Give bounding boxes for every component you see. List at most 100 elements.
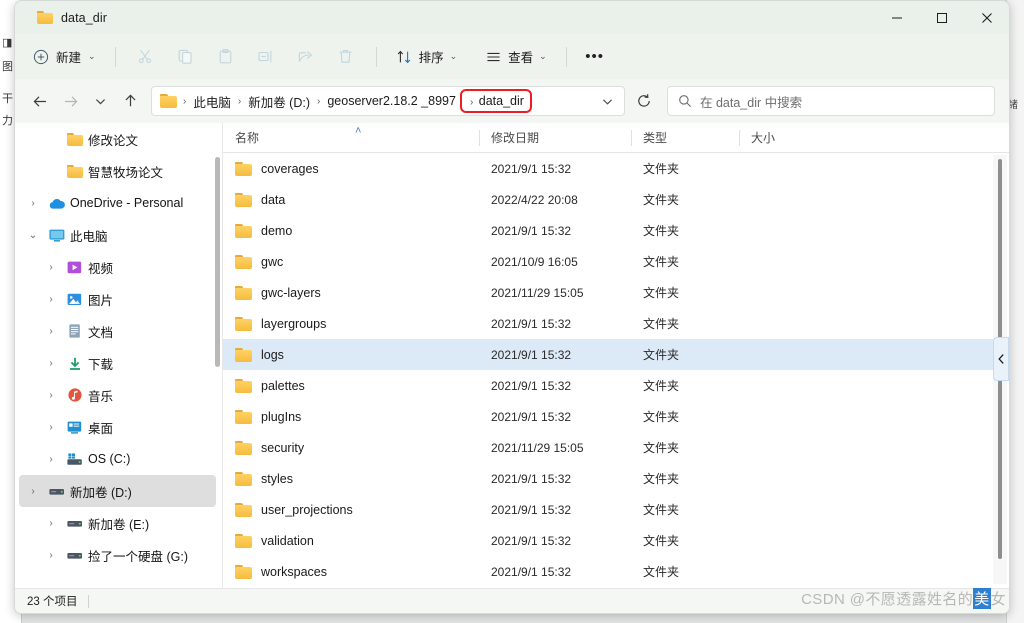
column-header-size[interactable]: 大小 — [739, 123, 847, 153]
chevron-right-icon[interactable]: › — [23, 481, 43, 501]
up-button[interactable] — [115, 86, 145, 116]
file-name: security — [261, 440, 305, 455]
folder-icon — [235, 192, 252, 207]
column-header-date[interactable]: 修改日期 — [479, 123, 631, 153]
breadcrumb-item-data-dir-highlighted[interactable]: › data_dir — [459, 89, 532, 113]
table-row[interactable]: demo 2021/9/1 15:32 文件夹 — [223, 215, 1009, 246]
back-button[interactable] — [25, 86, 55, 116]
table-row[interactable]: plugIns 2021/9/1 15:32 文件夹 — [223, 401, 1009, 432]
column-header-type[interactable]: 类型 — [631, 123, 739, 153]
breadcrumb-item-this-pc[interactable]: 此电脑 — [188, 90, 236, 113]
bg-strip-icon-right: 諸 — [1008, 100, 1018, 111]
share-button[interactable] — [287, 41, 325, 73]
table-row[interactable]: data 2022/4/22 20:08 文件夹 — [223, 184, 1009, 215]
file-type: 文件夹 — [643, 348, 680, 362]
maximize-icon[interactable] — [919, 1, 964, 34]
address-bar[interactable]: › 此电脑 › 新加卷 (D:) › geoserver2.18.2 _8997… — [151, 86, 625, 116]
details-pane-collapse-button[interactable] — [993, 337, 1009, 381]
recent-locations-button[interactable] — [85, 86, 115, 116]
folder-icon[interactable] — [160, 94, 177, 108]
sidebar-item-videos[interactable]: › 视频 — [15, 251, 222, 283]
copy-button[interactable] — [167, 41, 205, 73]
cut-button[interactable] — [127, 41, 165, 73]
sidebar-item-zhihuimuchanglunwen[interactable]: › 智慧牧场论文 — [15, 155, 222, 187]
watermark-prefix: CSDN @不愿透露姓名的 — [801, 591, 974, 608]
chevron-right-icon[interactable]: › — [41, 257, 61, 277]
chevron-right-icon[interactable]: › — [23, 193, 43, 213]
rename-button[interactable] — [247, 41, 285, 73]
address-dropdown-button[interactable] — [594, 88, 620, 114]
table-row[interactable]: layergroups 2021/9/1 15:32 文件夹 — [223, 308, 1009, 339]
file-name-cell: gwc — [223, 254, 479, 269]
table-row[interactable]: gwc-layers 2021/11/29 15:05 文件夹 — [223, 277, 1009, 308]
file-date: 2022/4/22 20:08 — [491, 192, 578, 207]
forward-button[interactable] — [55, 86, 85, 116]
sidebar-item-desktop[interactable]: › OS (C:) 桌面 — [15, 411, 222, 443]
sidebar-item-os-c[interactable]: › OS (C:) — [15, 443, 222, 475]
file-type: 文件夹 — [643, 410, 680, 424]
table-row[interactable]: validation 2021/9/1 15:32 文件夹 — [223, 525, 1009, 556]
download-icon — [65, 355, 84, 372]
sort-arrows-icon — [397, 50, 410, 63]
csdn-watermark: CSDN @不愿透露姓名的美女 — [801, 588, 1006, 609]
list-lines-icon — [487, 52, 500, 61]
sidebar-item-drive-d[interactable]: › 新加卷 (D:) — [19, 475, 216, 507]
sidebar-item-this-pc[interactable]: ⌄ 此电脑 — [15, 219, 222, 251]
chevron-down-icon: ⌄ — [449, 51, 458, 61]
sidebar-item-label: 文档 — [88, 325, 114, 340]
chevron-down-icon[interactable]: ⌄ — [23, 225, 43, 245]
column-header-type-label: 类型 — [643, 131, 668, 145]
search-placeholder: 在 data_dir 中搜索 — [700, 95, 803, 110]
chevron-right-icon[interactable]: › — [41, 353, 61, 373]
chevron-right-icon[interactable]: › — [41, 449, 61, 469]
address-bar-row: › 此电脑 › 新加卷 (D:) › geoserver2.18.2 _8997… — [15, 79, 1009, 123]
table-row[interactable]: gwc 2021/10/9 16:05 文件夹 — [223, 246, 1009, 277]
chevron-right-icon[interactable]: › — [41, 545, 61, 565]
trash-icon — [339, 50, 352, 63]
sort-button[interactable]: 排序 ⌄ — [388, 42, 466, 72]
breadcrumb-separator: › — [237, 95, 242, 107]
sidebar-item-downloads[interactable]: › 下载 — [15, 347, 222, 379]
refresh-button[interactable] — [631, 88, 657, 114]
chevron-right-icon[interactable]: › — [41, 513, 61, 533]
minimize-icon[interactable] — [874, 1, 919, 34]
breadcrumb-separator: › — [183, 95, 187, 107]
sidebar-item-pictures[interactable]: › 图片 — [15, 283, 222, 315]
search-input[interactable]: 在 data_dir 中搜索 — [667, 86, 995, 116]
sidebar-item-onedrive[interactable]: › OneDrive - Personal — [15, 187, 222, 219]
sidebar-item-xiugailunwen[interactable]: › 修改论文 — [15, 123, 222, 155]
chevron-right-icon[interactable]: › — [41, 321, 61, 341]
table-row[interactable]: logs 2021/9/1 15:32 文件夹 — [223, 339, 1009, 370]
sidebar-item-music[interactable]: › 音乐 — [15, 379, 222, 411]
column-header-name[interactable]: 名称 ˄ — [223, 123, 479, 153]
monitor-icon — [47, 227, 66, 244]
table-row[interactable]: user_projections 2021/9/1 15:32 文件夹 — [223, 494, 1009, 525]
more-options-button[interactable]: ••• — [578, 42, 612, 72]
column-header-name-label: 名称 — [235, 131, 260, 145]
table-row[interactable]: security 2021/11/29 15:05 文件夹 — [223, 432, 1009, 463]
file-name: workspaces — [261, 564, 327, 579]
paste-button[interactable] — [207, 41, 245, 73]
breadcrumb-item-drive-d[interactable]: 新加卷 (D:) — [243, 90, 315, 113]
sidebar-item-drive-g[interactable]: › 捡了一个硬盘 (G:) — [15, 539, 222, 571]
chevron-right-icon[interactable]: › — [41, 289, 61, 309]
close-icon[interactable] — [964, 1, 1009, 34]
sidebar-item-documents[interactable]: › 文档 — [15, 315, 222, 347]
chevron-right-icon[interactable]: › — [41, 417, 61, 437]
table-row[interactable]: workspaces 2021/9/1 15:32 文件夹 — [223, 556, 1009, 587]
nav-pane-scrollbar[interactable] — [215, 157, 220, 367]
sidebar-item-drive-e[interactable]: › 新加卷 (E:) — [15, 507, 222, 539]
breadcrumb-item-geoserver[interactable]: geoserver2.18.2 _8997 — [322, 92, 461, 110]
view-button[interactable]: 查看 ⌄ — [477, 42, 555, 72]
file-name-cell: demo — [223, 223, 479, 238]
table-row[interactable]: coverages 2021/9/1 15:32 文件夹 — [223, 153, 1009, 184]
folder-icon — [235, 254, 252, 269]
folder-icon — [235, 378, 252, 393]
navigation-pane[interactable]: › 修改论文 › 智慧牧场论文 › OneDrive - Personal — [15, 123, 222, 588]
tab-data-dir[interactable]: data_dir — [27, 4, 117, 32]
chevron-right-icon[interactable]: › — [41, 385, 61, 405]
table-row[interactable]: styles 2021/9/1 15:32 文件夹 — [223, 463, 1009, 494]
table-row[interactable]: palettes 2021/9/1 15:32 文件夹 — [223, 370, 1009, 401]
delete-button[interactable] — [327, 41, 365, 73]
new-button[interactable]: 新建 ⌄ — [27, 42, 104, 72]
